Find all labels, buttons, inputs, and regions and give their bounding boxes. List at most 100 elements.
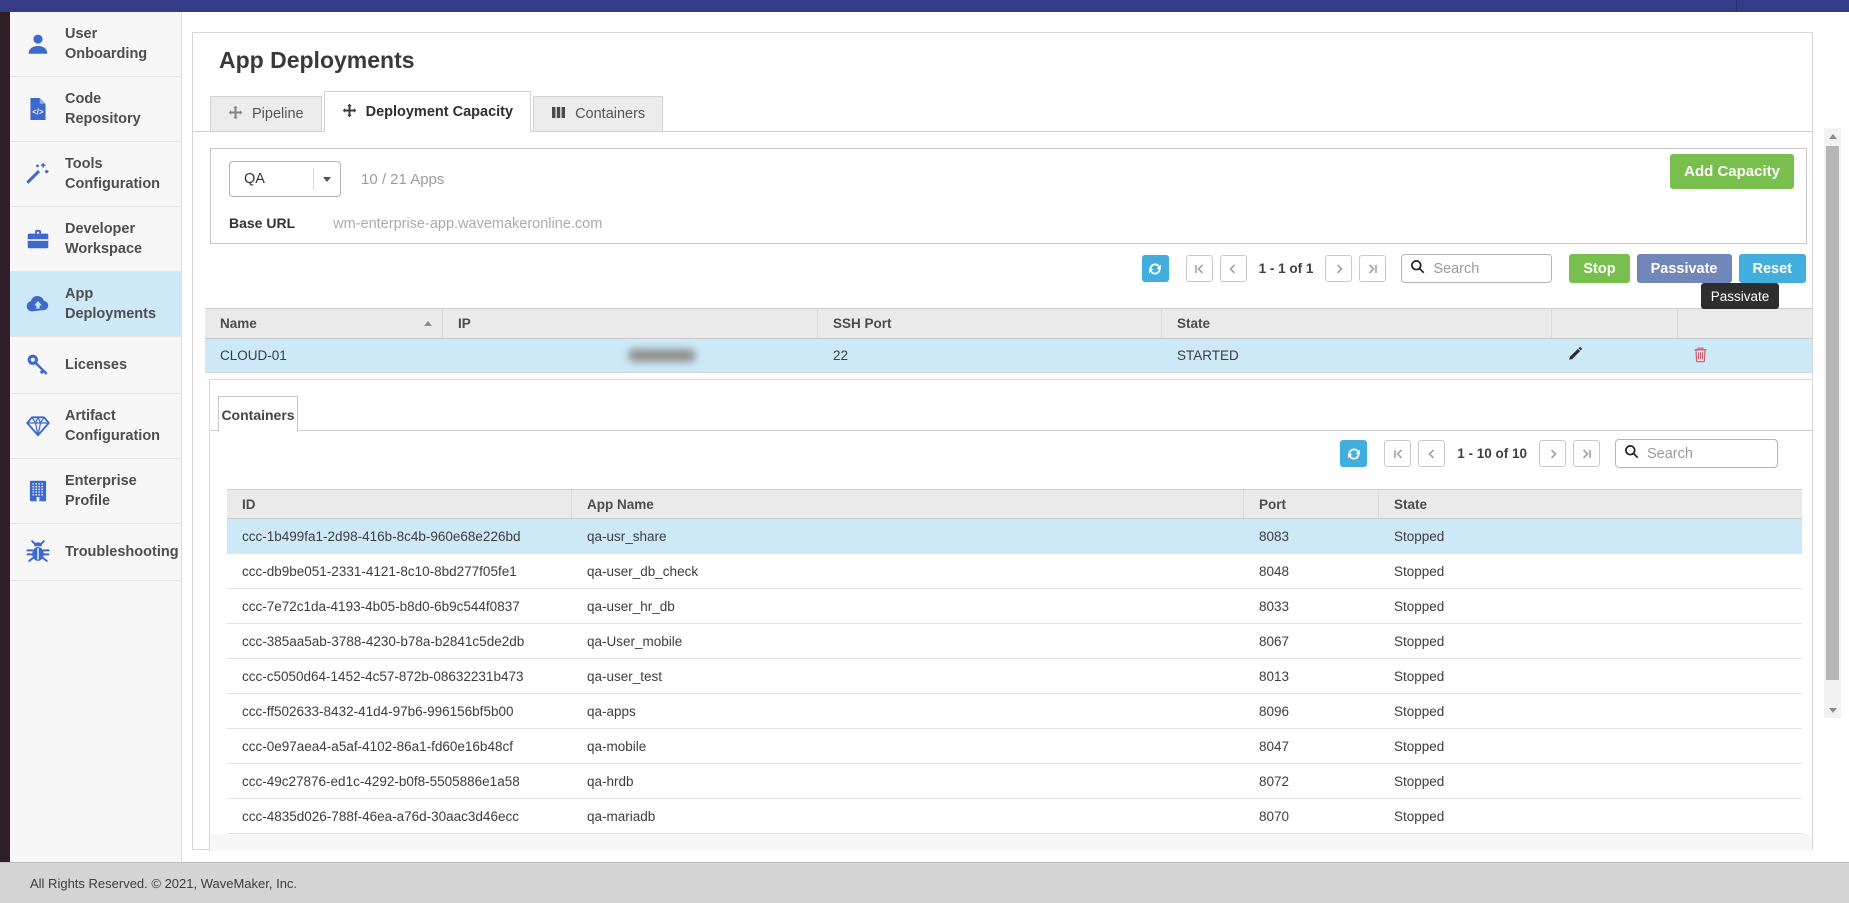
- move-arrows-icon: [342, 103, 357, 122]
- container-id: ccc-49c27876-ed1c-4292-b0f8-5505886e1a58: [227, 764, 572, 798]
- table-row[interactable]: CLOUD-01 22 STARTED: [205, 339, 1812, 373]
- last-page-button[interactable]: [1573, 440, 1600, 467]
- last-page-button[interactable]: [1359, 255, 1386, 282]
- subtab-divider: [210, 430, 1812, 431]
- code-repository-icon: </>: [25, 96, 51, 122]
- tab-deployment-capacity[interactable]: Deployment Capacity: [324, 91, 531, 132]
- diamond-icon: [25, 413, 51, 439]
- environment-select[interactable]: QA: [229, 161, 341, 197]
- column-header-name: Name: [220, 316, 257, 331]
- sidebar-item-licenses[interactable]: Licenses: [10, 337, 181, 394]
- chevron-down-icon: [323, 177, 331, 182]
- container-id: ccc-ff502633-8432-41d4-97b6-996156bf5b00: [227, 694, 572, 728]
- container-port: 8072: [1244, 764, 1379, 798]
- prev-page-button[interactable]: [1418, 440, 1445, 467]
- list-item[interactable]: ccc-4835d026-788f-46ea-a76d-30aac3d46ecc…: [227, 799, 1802, 834]
- container-app-name: qa-mariadb: [572, 799, 1244, 833]
- scroll-down-icon[interactable]: [1824, 702, 1841, 718]
- vertical-scrollbar[interactable]: [1824, 128, 1841, 718]
- tab-containers-detail[interactable]: Containers: [218, 396, 298, 432]
- column-header-port[interactable]: Port: [1244, 490, 1379, 518]
- list-item[interactable]: ccc-db9be051-2331-4121-8c10-8bd277f05fe1…: [227, 554, 1802, 589]
- sidebar-item-code-repository[interactable]: </> CodeRepository: [10, 77, 181, 142]
- stop-button[interactable]: Stop: [1569, 254, 1629, 283]
- sidebar-item-tools-configuration[interactable]: ToolsConfiguration: [10, 142, 181, 207]
- page-title: App Deployments: [219, 47, 415, 74]
- column-header-delete: [1678, 309, 1812, 338]
- sidebar-item-developer-workspace[interactable]: DeveloperWorkspace: [10, 207, 181, 272]
- column-header-id[interactable]: ID: [227, 490, 572, 518]
- left-edge-strip: [0, 12, 10, 862]
- container-port: 8067: [1244, 624, 1379, 658]
- ip-redacted: [628, 349, 696, 362]
- list-item[interactable]: ccc-1b499fa1-2d98-416b-8c4b-960e68e226bd…: [227, 519, 1802, 554]
- next-page-button[interactable]: [1325, 255, 1352, 282]
- capacity-summary: QA 10 / 21 Apps Base URL wm-enterprise-a…: [210, 148, 1807, 244]
- svg-text:</>: </>: [32, 107, 44, 116]
- list-item[interactable]: ccc-0e97aea4-a5af-4102-86a1-fd60e16b48cf…: [227, 729, 1802, 764]
- search-input[interactable]: [1645, 445, 1769, 463]
- list-item[interactable]: ccc-c5050d64-1452-4c57-872b-08632231b473…: [227, 659, 1802, 694]
- tab-containers[interactable]: Containers: [533, 96, 663, 132]
- containers-search[interactable]: [1615, 439, 1778, 468]
- next-page-button[interactable]: [1539, 440, 1566, 467]
- container-id: ccc-7e72c1da-4193-4b05-b8d0-6b9c544f0837: [227, 589, 572, 623]
- panel-bottom-spacer: [210, 834, 1812, 851]
- sidebar-item-app-deployments[interactable]: AppDeployments: [10, 272, 181, 337]
- briefcase-icon: [25, 226, 51, 252]
- vm-state: STARTED: [1162, 339, 1552, 372]
- column-header-edit: [1552, 309, 1678, 338]
- search-icon: [1410, 259, 1425, 279]
- column-header-app-name[interactable]: App Name: [572, 490, 1244, 518]
- list-item[interactable]: ccc-7e72c1da-4193-4b05-b8d0-6b9c544f0837…: [227, 589, 1802, 624]
- column-header-state[interactable]: State: [1379, 490, 1802, 518]
- edit-icon[interactable]: [1567, 346, 1583, 365]
- pagination-label: 1 - 10 of 10: [1457, 446, 1527, 461]
- sort-ascending-icon: [424, 321, 432, 326]
- container-app-name: qa-apps: [572, 694, 1244, 728]
- container-id: ccc-4835d026-788f-46ea-a76d-30aac3d46ecc: [227, 799, 572, 833]
- topbar-divider: [1736, 0, 1737, 12]
- container-state: Stopped: [1379, 764, 1802, 798]
- sidebar-item-troubleshooting[interactable]: Troubleshooting: [10, 524, 181, 581]
- column-header-state[interactable]: State: [1162, 309, 1552, 338]
- container-port: 8083: [1244, 519, 1379, 553]
- sidebar-item-user-onboarding[interactable]: UserOnboarding: [10, 12, 181, 77]
- column-header-ip[interactable]: IP: [443, 309, 818, 338]
- tab-pipeline[interactable]: Pipeline: [210, 96, 322, 132]
- containers-table: ID App Name Port State ccc-1b499fa1-2d98…: [227, 489, 1802, 834]
- vm-ssh-port: 22: [818, 339, 1162, 372]
- apps-count: 10 / 21 Apps: [361, 171, 444, 188]
- key-icon: [25, 352, 51, 378]
- columns-icon: [551, 105, 566, 124]
- first-page-button[interactable]: [1384, 440, 1411, 467]
- container-state: Stopped: [1379, 519, 1802, 553]
- search-input[interactable]: [1431, 260, 1543, 278]
- passivate-button[interactable]: Passivate: [1637, 254, 1732, 283]
- list-item[interactable]: ccc-ff502633-8432-41d4-97b6-996156bf5b00…: [227, 694, 1802, 729]
- delete-icon[interactable]: [1693, 346, 1708, 366]
- sidebar-item-enterprise-profile[interactable]: Enterprise Profile: [10, 459, 181, 524]
- container-state: Stopped: [1379, 659, 1802, 693]
- refresh-icon[interactable]: [1340, 440, 1367, 467]
- reset-button[interactable]: Reset: [1739, 254, 1807, 283]
- container-port: 8070: [1244, 799, 1379, 833]
- list-item[interactable]: ccc-49c27876-ed1c-4292-b0f8-5505886e1a58…: [227, 764, 1802, 799]
- column-header-ssh-port[interactable]: SSH Port: [818, 309, 1162, 338]
- container-app-name: qa-usr_share: [572, 519, 1244, 553]
- sidebar: UserOnboarding </> CodeRepository ToolsC…: [10, 12, 182, 862]
- refresh-icon[interactable]: [1142, 255, 1169, 282]
- capacity-search[interactable]: [1401, 254, 1552, 283]
- container-port: 8047: [1244, 729, 1379, 763]
- sidebar-item-artifact-configuration[interactable]: ArtifactConfiguration: [10, 394, 181, 459]
- list-item[interactable]: ccc-385aa5ab-3788-4230-b78a-b2841c5de2db…: [227, 624, 1802, 659]
- first-page-button[interactable]: [1186, 255, 1213, 282]
- prev-page-button[interactable]: [1220, 255, 1247, 282]
- container-id: ccc-1b499fa1-2d98-416b-8c4b-960e68e226bd: [227, 519, 572, 553]
- container-state: Stopped: [1379, 729, 1802, 763]
- vm-name: CLOUD-01: [205, 339, 443, 372]
- scrollbar-thumb[interactable]: [1826, 146, 1839, 680]
- scroll-up-icon[interactable]: [1824, 128, 1841, 144]
- add-capacity-button[interactable]: Add Capacity: [1670, 154, 1794, 189]
- container-port: 8096: [1244, 694, 1379, 728]
